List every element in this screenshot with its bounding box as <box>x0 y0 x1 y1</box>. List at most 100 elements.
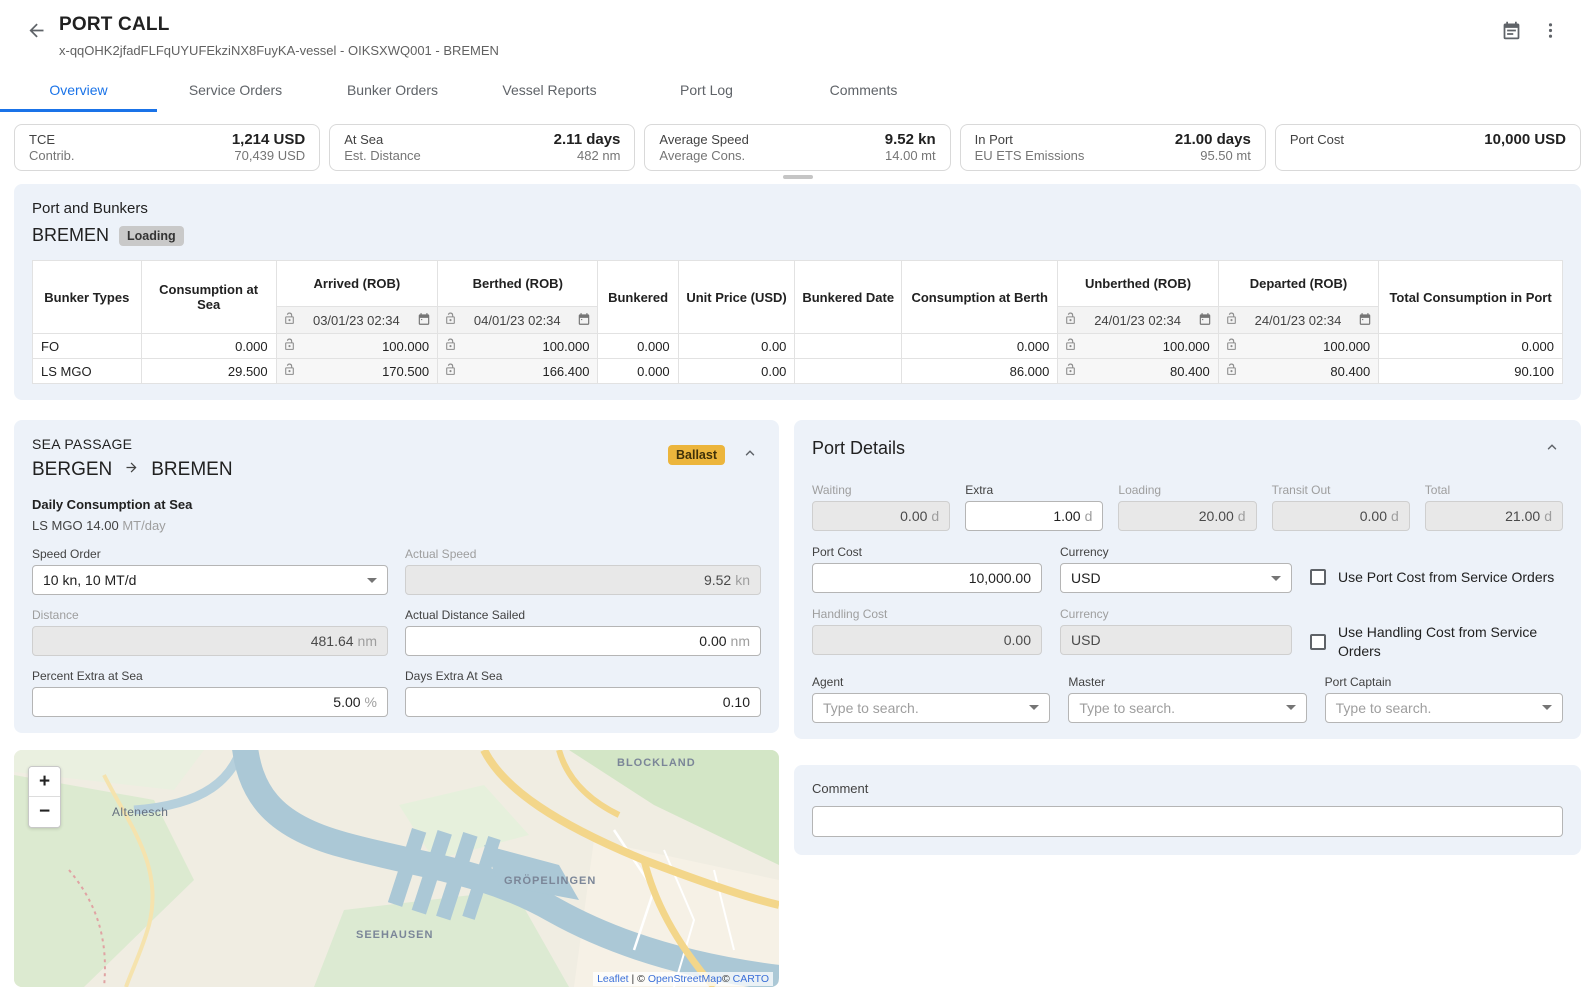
lock-icon[interactable] <box>283 312 296 328</box>
tab-vessel-reports[interactable]: Vessel Reports <box>471 72 628 112</box>
unberthed-datetime[interactable]: 24/01/23 02:34 <box>1094 313 1181 328</box>
port-captain-select[interactable]: Type to search. <box>1325 693 1563 723</box>
lock-icon[interactable] <box>444 312 457 328</box>
lock-icon[interactable] <box>1064 338 1077 354</box>
lock-icon[interactable] <box>283 338 296 354</box>
daily-consumption-label: Daily Consumption at Sea <box>32 497 761 512</box>
lock-icon[interactable] <box>1064 363 1077 379</box>
table-row-lsmgo: LS MGO 29.500 170.500 166.400 0.000 0.00… <box>33 359 1563 384</box>
tab-service-orders[interactable]: Service Orders <box>157 72 314 112</box>
back-arrow-icon[interactable] <box>26 20 47 44</box>
percent-extra-input[interactable]: 5.00% <box>32 687 388 717</box>
col-bunkered-date: Bunkered Date <box>795 261 902 334</box>
comment-panel: Comment <box>794 765 1581 855</box>
col-bunker-types: Bunker Types <box>33 261 142 334</box>
comment-input[interactable] <box>812 806 1563 837</box>
berthed-rob-cell: 166.400 <box>438 359 598 384</box>
berthed-date-cell: 04/01/23 02:34 <box>438 307 598 334</box>
collapse-chevron-icon[interactable] <box>739 442 761 467</box>
panel-drag-handle[interactable] <box>783 175 813 179</box>
port-cost-input[interactable]: 10,000.00 <box>812 563 1042 593</box>
arrived-date-cell: 03/01/23 02:34 <box>276 307 437 334</box>
bunkered-cell[interactable]: 0.000 <box>598 359 678 384</box>
chevron-down-icon <box>1271 576 1281 581</box>
consumption-at-berth-cell[interactable]: 86.000 <box>902 359 1058 384</box>
tab-port-log[interactable]: Port Log <box>628 72 785 112</box>
lock-icon[interactable] <box>1225 312 1238 328</box>
zoom-in-button[interactable]: + <box>29 767 60 797</box>
map[interactable]: BLOCKLAND Altenesch GRÖPELINGEN SEEHAUSE… <box>14 750 779 987</box>
kebab-menu-icon[interactable] <box>1540 20 1561 44</box>
kpi-subvalue: 482 nm <box>577 148 620 163</box>
collapse-chevron-icon[interactable] <box>1541 436 1563 461</box>
departed-datetime[interactable]: 24/01/23 02:34 <box>1255 313 1342 328</box>
datepicker-icon[interactable] <box>417 312 431 329</box>
chevron-down-icon <box>1542 705 1552 710</box>
tab-overview[interactable]: Overview <box>0 72 157 112</box>
berthed-datetime[interactable]: 04/01/23 02:34 <box>474 313 561 328</box>
bunkered-date-value-cell[interactable] <box>795 334 902 359</box>
lock-icon[interactable] <box>1225 338 1238 354</box>
use-port-cost-label: Use Port Cost from Service Orders <box>1338 568 1554 587</box>
kpi-card-port-cost: Port Cost10,000 USD <box>1275 124 1581 171</box>
speed-order-select[interactable]: 10 kn, 10 MT/d <box>32 565 388 595</box>
consumption-at-berth-cell[interactable]: 0.000 <box>902 334 1058 359</box>
top-bar: PORT CALL x-qqOHK2jfadFLFqUYUFEkziNX8Fuy… <box>0 0 1595 72</box>
port-and-bunkers-panel: Port and Bunkers BREMEN Loading Bunker T… <box>14 184 1581 400</box>
daily-consumption-unit: MT/day <box>122 518 165 533</box>
tab-comments[interactable]: Comments <box>785 72 942 112</box>
use-handling-cost-checkbox[interactable] <box>1310 634 1326 650</box>
speed-order-label: Speed Order <box>32 547 388 561</box>
leaflet-link[interactable]: Leaflet <box>597 973 629 985</box>
kpi-value: 9.52 kn <box>885 131 936 148</box>
consumption-at-sea-cell[interactable]: 29.500 <box>141 359 276 384</box>
bunkered-date-value-cell[interactable] <box>795 359 902 384</box>
map-attribution: Leaflet | © OpenStreetMap© CARTO <box>593 972 773 986</box>
bunkered-cell[interactable]: 0.000 <box>598 334 678 359</box>
agent-select[interactable]: Type to search. <box>812 693 1050 723</box>
unit-price-cell[interactable]: 0.00 <box>678 334 795 359</box>
datepicker-icon[interactable] <box>577 312 591 329</box>
voyage-type-badge: Ballast <box>668 445 725 465</box>
unit-price-cell[interactable]: 0.00 <box>678 359 795 384</box>
arrived-datetime[interactable]: 03/01/23 02:34 <box>313 313 400 328</box>
total-input: 21.00d <box>1425 501 1563 531</box>
route-arrow-icon <box>122 460 141 480</box>
port-status-badge: Loading <box>119 226 184 246</box>
kpi-sublabel: Average Cons. <box>659 148 745 163</box>
lock-icon[interactable] <box>444 363 457 379</box>
use-handling-cost-label: Use Handling Cost from Service Orders <box>1338 623 1563 661</box>
days-extra-input[interactable]: 0.10 <box>405 687 761 717</box>
calendar-icon[interactable] <box>1501 20 1522 44</box>
lock-icon[interactable] <box>1064 312 1077 328</box>
port-cost-currency-select[interactable]: USD <box>1060 563 1292 593</box>
datepicker-icon[interactable] <box>1198 312 1212 329</box>
map-canvas[interactable]: BLOCKLAND Altenesch GRÖPELINGEN SEEHAUSE… <box>14 750 779 987</box>
extra-input[interactable]: 1.00d <box>965 501 1103 531</box>
bunkers-table: Bunker Types Consumption at Sea Arrived … <box>32 260 1563 384</box>
col-consumption-at-sea: Consumption at Sea <box>141 261 276 334</box>
lock-icon[interactable] <box>283 363 296 379</box>
port-name: BREMEN <box>32 225 109 246</box>
chevron-down-icon <box>1029 705 1039 710</box>
actual-distance-input[interactable]: 0.00nm <box>405 626 761 656</box>
consumption-at-sea-cell[interactable]: 0.000 <box>141 334 276 359</box>
carto-link[interactable]: CARTO <box>733 973 769 985</box>
openstreetmap-link[interactable]: OpenStreetMap <box>648 973 722 985</box>
use-port-cost-checkbox[interactable] <box>1310 569 1326 585</box>
tab-bar: Overview Service Orders Bunker Orders Ve… <box>0 72 1595 112</box>
handling-cost-input: 0.00 <box>812 625 1042 655</box>
tab-bunker-orders[interactable]: Bunker Orders <box>314 72 471 112</box>
lock-icon[interactable] <box>444 338 457 354</box>
unberthed-rob-cell: 100.000 <box>1058 334 1218 359</box>
kpi-label: At Sea <box>344 132 383 147</box>
lock-icon[interactable] <box>1225 363 1238 379</box>
agent-label: Agent <box>812 675 1050 689</box>
zoom-out-button[interactable]: − <box>29 797 60 827</box>
actual-speed-label: Actual Speed <box>405 547 761 561</box>
port-cost-label: Port Cost <box>812 545 1042 559</box>
page-subtitle: x-qqOHK2jfadFLFqUYUFEkziNX8FuyKA-vessel … <box>59 43 1501 58</box>
port-details-panel: Port Details Waiting 0.00d Extra 1.00d <box>794 420 1581 739</box>
datepicker-icon[interactable] <box>1358 312 1372 329</box>
master-select[interactable]: Type to search. <box>1068 693 1306 723</box>
